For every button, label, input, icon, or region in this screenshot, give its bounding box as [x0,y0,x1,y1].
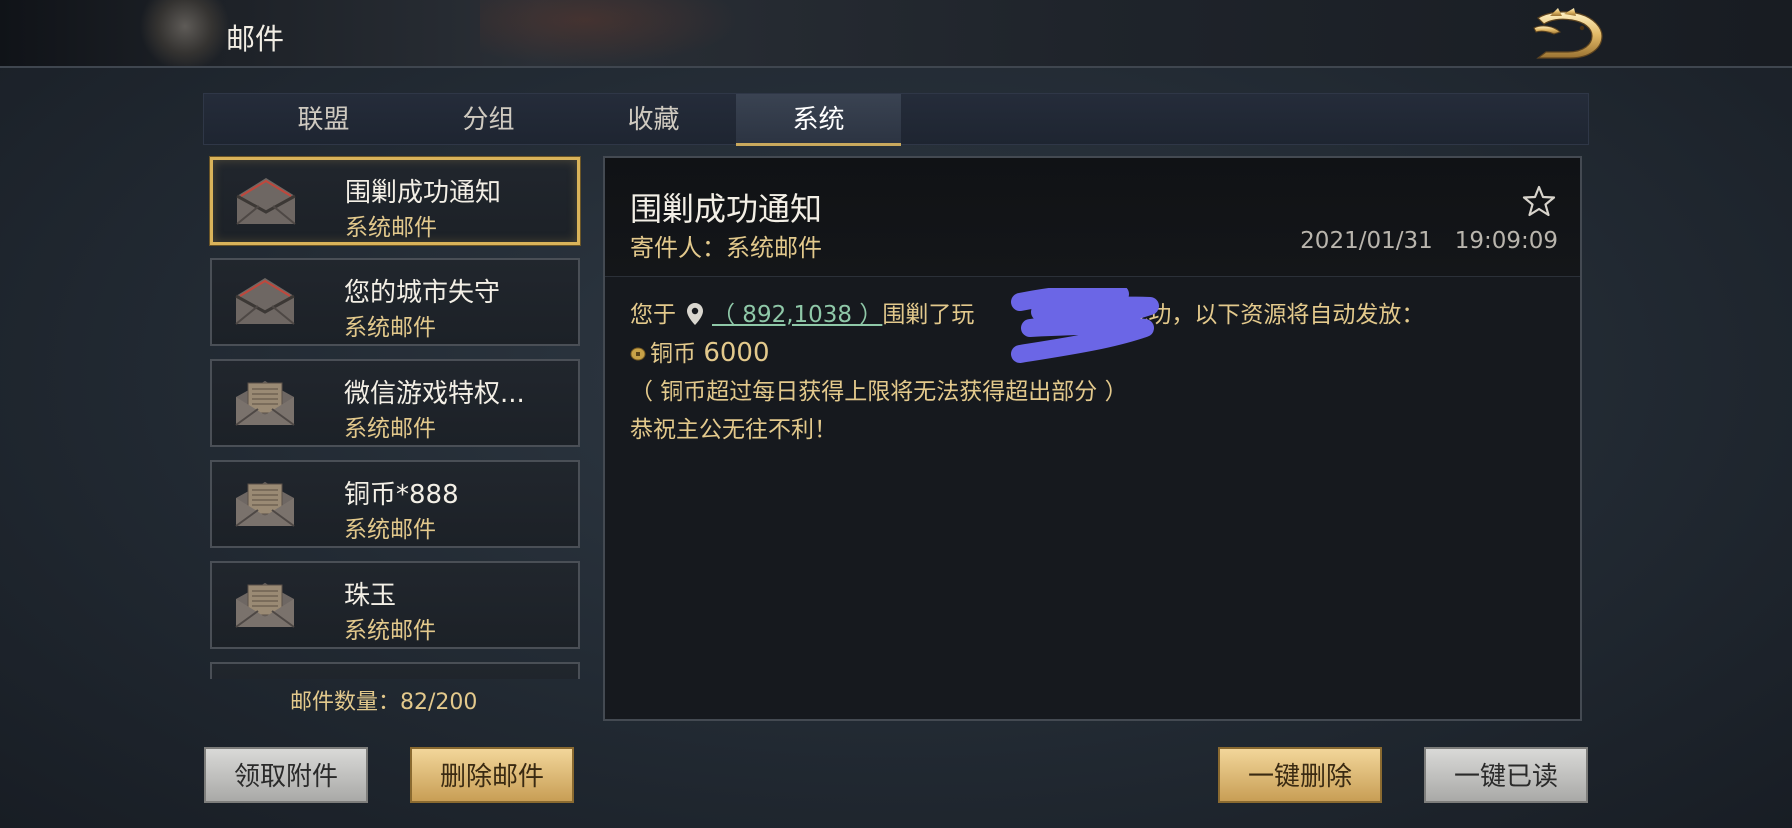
copper-coin-icon [630,347,646,361]
body-text-suffix: 围剿了玩 [882,302,975,328]
mail-list-item-partial[interactable] [210,662,580,679]
tab-group[interactable]: 分组 [406,94,571,146]
mail-title: 珠玉 [344,581,397,611]
dragon-close-icon[interactable] [1524,6,1608,62]
mail-list-item[interactable]: 您的城市失守 系统邮件 [210,258,580,346]
header-decoration-glow [480,0,740,66]
mail-sender: 系统邮件 [344,315,436,341]
delete-mail-button[interactable]: 删除邮件 [410,747,574,803]
header-decoration [140,0,230,66]
tab-alliance[interactable]: 联盟 [241,94,406,146]
reward-name: 铜币 [650,341,696,367]
mail-time: 19:09:09 [1454,228,1558,254]
location-coordinates-link[interactable]: （ 892,1038 ） [712,302,882,328]
location-pin-icon [687,303,703,325]
mail-title: 您的城市失守 [344,278,501,308]
mail-count: 邮件数量：82/200 [290,684,477,716]
star-outline-icon[interactable] [1522,184,1556,218]
mail-list-item[interactable]: 微信游戏特权... 系统邮件 [210,359,580,447]
reward-amount: 6000 [703,338,770,368]
mail-list[interactable]: 围剿成功通知 系统邮件 您的城市失守 系统邮件 微信游戏特权... 系统邮件 铜… [207,155,587,679]
attachment-envelope-icon [235,381,295,426]
mail-list-item[interactable]: 围剿成功通知 系统邮件 [210,157,580,245]
mail-count-value: 82/200 [400,690,478,715]
open-envelope-icon [235,278,295,325]
reward-note: （ 铜币超过每日获得上限将无法获得超出部分 ） [630,379,1128,405]
mail-title: 围剿成功通知 [345,178,502,208]
mail-sender: 系统邮件 [344,517,436,543]
mail-detail-panel: 围剿成功通知 寄件人：系统邮件 2021/01/31 19:09:09 您于 （… [603,156,1582,721]
mail-body: 您于 （ 892,1038 ）围剿了玩 营寨成功，以下资源将自动发放： 铜币 60… [630,288,1560,449]
attachment-envelope-icon [235,482,295,527]
mail-title: 微信游戏特权... [344,379,525,409]
tab-favorites[interactable]: 收藏 [571,94,736,146]
mail-sender: 系统邮件 [344,618,436,644]
mail-sender: 系统邮件 [344,416,436,442]
page-title: 邮件 [226,22,285,56]
sender-label: 寄件人： [630,234,726,262]
attachment-envelope-icon [235,583,295,628]
mail-date: 2021/01/31 [1300,228,1433,254]
body-prefix: 您于 [630,302,676,328]
mail-list-item[interactable]: 珠玉 系统邮件 [210,561,580,649]
tab-system[interactable]: 系统 [736,94,901,146]
top-bar: 邮件 [0,0,1792,68]
mail-detail-header: 围剿成功通知 寄件人：系统邮件 2021/01/31 19:09:09 [605,158,1580,277]
mail-detail-title: 围剿成功通知 [630,190,823,228]
mail-count-label: 邮件数量： [290,690,401,715]
mail-list-item[interactable]: 铜币*888 系统邮件 [210,460,580,548]
mail-title: 铜币*888 [344,480,459,510]
sender-name: 系统邮件 [726,234,822,262]
mail-body-line: 您于 （ 892,1038 ）围剿了玩 营寨成功，以下资源将自动发放： [630,288,1560,363]
mail-sender: 系统邮件 [345,215,437,241]
read-all-button[interactable]: 一键已读 [1424,747,1588,803]
closing-line: 恭祝主公无往不利！ [630,417,837,443]
claim-attachments-button[interactable]: 领取附件 [204,747,368,803]
reward-line: 铜币 6000 [630,334,1560,373]
mail-detail-sender: 寄件人：系统邮件 [630,228,822,263]
open-envelope-icon [236,178,296,225]
delete-all-button[interactable]: 一键删除 [1218,747,1382,803]
mail-detail-timestamp: 2021/01/31 19:09:09 [1300,228,1558,254]
category-tab-bar: 联盟 分组 收藏 系统 [203,93,1589,146]
